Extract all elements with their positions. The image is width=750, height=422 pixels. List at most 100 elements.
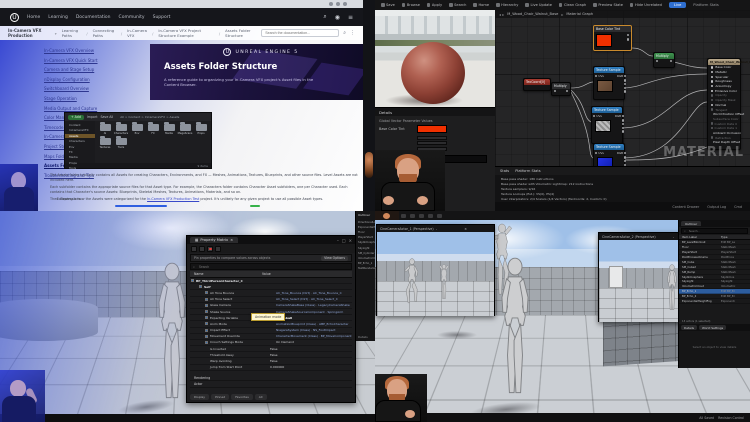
checkbox[interactable] xyxy=(199,285,202,289)
nav-item-docs[interactable]: Documentation xyxy=(76,15,111,20)
tree-item[interactable]: Tools xyxy=(65,166,95,170)
outliner-search-input[interactable] xyxy=(686,228,745,234)
list-item[interactable]: SkyAtmosphere xyxy=(356,240,375,245)
material-preview-viewport[interactable] xyxy=(375,10,495,107)
table-row[interactable]: ExponentialHeightFog Exponenti xyxy=(679,299,750,304)
settings-icon[interactable] xyxy=(215,245,221,252)
close-icon[interactable]: × xyxy=(349,238,352,243)
hide-unrelated-button[interactable]: Hide Unrelated xyxy=(630,3,662,7)
back-icon[interactable]: ◂ ▸ xyxy=(499,12,504,17)
checkbox[interactable] xyxy=(205,291,208,295)
doc-search-input[interactable] xyxy=(261,29,340,37)
checkbox[interactable] xyxy=(205,334,208,338)
revision-control-button[interactable]: Revision Control xyxy=(718,416,744,420)
material-graph[interactable]: ◂ ▸ M_Wood_Chair_Walnut_Base ▸ Material … xyxy=(495,10,750,166)
record-icon[interactable] xyxy=(207,245,213,252)
checkbox[interactable] xyxy=(205,303,208,307)
value-field[interactable] xyxy=(417,141,447,145)
tree-item[interactable]: Props xyxy=(65,161,95,165)
sidebar-item[interactable]: In-Camera VFX Overview xyxy=(44,48,150,53)
sidebar-item[interactable]: Camera and Stage Setup xyxy=(44,67,150,72)
toolbar-button[interactable] xyxy=(410,213,415,218)
checkbox[interactable] xyxy=(205,328,208,332)
folder-tile[interactable]: FX xyxy=(147,122,159,135)
column-item-label[interactable]: Item Label xyxy=(679,235,721,239)
list-item[interactable]: PlayerStart xyxy=(356,235,375,240)
folder-tile[interactable]: Tools xyxy=(115,136,127,149)
window-controls[interactable] xyxy=(329,2,347,6)
tab-details[interactable]: Details xyxy=(379,110,392,115)
tree-item[interactable]: Media xyxy=(65,155,95,159)
breadcrumb-item[interactable]: Learning Paths xyxy=(62,28,82,38)
echo-character-main[interactable] xyxy=(487,255,543,407)
folder-tile[interactable]: MegaScans xyxy=(178,122,192,135)
checkbox[interactable] xyxy=(205,310,208,314)
tab-details[interactable]: Details xyxy=(358,335,368,339)
preview-state-button[interactable]: Preview State xyxy=(593,3,623,7)
list-item[interactable]: DirectionalLight xyxy=(356,219,375,224)
list-item[interactable]: TextRenderActor xyxy=(356,266,375,271)
minimize-icon[interactable]: – xyxy=(436,227,463,231)
sidebar-item[interactable]: Switchboard Overview xyxy=(44,86,150,91)
menu-icon[interactable]: ≡ xyxy=(348,14,353,21)
live-update-button[interactable]: Live Update xyxy=(525,3,552,7)
save-button[interactable]: Save xyxy=(381,3,395,7)
save-icon[interactable] xyxy=(191,245,197,252)
list-item[interactable]: ExponentialHeightFog xyxy=(356,224,375,229)
tab-property-matrix[interactable]: ▦ Property Matrix × xyxy=(190,237,239,243)
search-button[interactable]: Search xyxy=(449,3,466,7)
close-icon[interactable]: × xyxy=(464,227,491,231)
pip-viewport-1[interactable]: CineCameraActor_1 (Perspective) – × xyxy=(376,224,495,316)
node-texture-sample-basecolor[interactable]: Texture Sample UVs RGB xyxy=(593,66,627,100)
search-icon[interactable]: ⌕ xyxy=(323,13,326,21)
column-name[interactable]: Name xyxy=(190,272,262,276)
folder-tile[interactable]: Characters xyxy=(114,122,128,135)
value-field[interactable] xyxy=(417,135,447,140)
cmd-button[interactable]: Cmd xyxy=(734,205,742,209)
toolbar-button[interactable] xyxy=(419,213,424,218)
minimize-icon[interactable]: – xyxy=(337,238,339,243)
browse-button[interactable]: Browse xyxy=(402,3,420,7)
tab-pinned[interactable]: Pinned xyxy=(211,394,230,400)
language-icon[interactable]: ⋮ xyxy=(350,30,355,36)
collapsed-section[interactable]: Actor xyxy=(190,381,352,388)
node-texture-sample-normal[interactable]: Texture Sample UVs RGB xyxy=(593,143,627,166)
tree-item-selected[interactable]: Assets xyxy=(65,133,95,138)
matrix-search-input[interactable] xyxy=(196,263,349,270)
clean-graph-button[interactable]: Clean Graph xyxy=(559,3,586,7)
tree-item[interactable]: Content xyxy=(65,123,95,127)
toolbar-button[interactable] xyxy=(428,213,433,218)
search-icon[interactable]: ⌕ xyxy=(343,30,346,36)
sidebar-item[interactable]: Stage Operation xyxy=(44,96,150,101)
tab-display[interactable]: Display xyxy=(190,394,210,400)
tab-all[interactable]: All xyxy=(254,394,267,400)
tab-world-settings[interactable]: World Settings xyxy=(699,325,727,330)
breadcrumb-item[interactable]: In-Camera VFX Project Structure Example xyxy=(158,28,214,38)
node-material-result[interactable]: M_Wood_Chair_Walnut_Base Base Color Meta… xyxy=(707,58,750,150)
nav-item-home[interactable]: Home xyxy=(27,15,40,20)
sidebar-item[interactable]: Media Output and Capture xyxy=(44,106,150,111)
node-vector-parameter[interactable]: Base Color Tint xyxy=(593,25,632,51)
tab-favorites[interactable]: Favorites xyxy=(231,394,253,400)
checkbox[interactable] xyxy=(205,322,208,326)
apply-button[interactable]: Apply xyxy=(427,3,442,7)
breadcrumb-root[interactable]: In-Camera VFX Production xyxy=(8,28,50,38)
save-all-button[interactable]: Save All xyxy=(100,115,113,119)
nav-item-community[interactable]: Community xyxy=(119,15,145,20)
folder-tile[interactable]: Props xyxy=(195,122,207,135)
view-options-button[interactable]: View Options xyxy=(321,255,348,261)
details-section-header[interactable]: Global Vector Parameter Values xyxy=(375,116,495,124)
list-item[interactable]: VolumetricCloud xyxy=(356,255,375,260)
breadcrumb-item[interactable]: In-Camera VFX xyxy=(127,28,147,38)
color-swatch[interactable] xyxy=(417,125,447,133)
tree-item[interactable]: Characters xyxy=(65,139,95,143)
list-item[interactable]: BP_Echo_1 xyxy=(356,261,375,266)
breadcrumb-item[interactable]: Connecting Paths xyxy=(93,28,116,38)
nav-item-learning[interactable]: Learning xyxy=(48,15,68,20)
asset-name[interactable]: M_Wood_Chair_Walnut_Base xyxy=(507,12,558,16)
doc-link[interactable]: In-Camera VFX Production Test xyxy=(147,197,199,201)
sidebar-item[interactable]: In-Camera VFX Quick Start xyxy=(44,58,150,63)
toolbar-button[interactable] xyxy=(401,213,406,218)
column-type[interactable]: Type xyxy=(721,235,727,239)
home-button[interactable]: Home xyxy=(473,3,489,7)
